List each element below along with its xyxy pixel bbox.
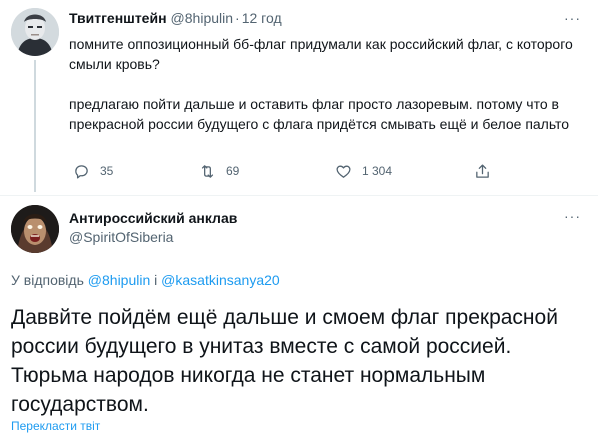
mention-link[interactable]: @kasatkinsanya20 <box>161 272 280 288</box>
and-word: і <box>154 272 158 288</box>
reply-author-handle[interactable]: @SpiritOfSiberia <box>69 229 173 245</box>
reply-author-avatar[interactable] <box>11 205 59 253</box>
tweet-divider <box>0 195 598 196</box>
reply-button[interactable]: 35 <box>73 161 113 181</box>
thread-line <box>34 60 36 192</box>
translate-tweet-link[interactable]: Перекласти твіт <box>11 419 100 433</box>
more-icon[interactable]: ··· <box>564 208 581 224</box>
retweet-button[interactable]: 69 <box>199 161 239 181</box>
author-name[interactable]: Твитгенштейн <box>69 10 167 26</box>
author-avatar[interactable] <box>11 8 59 56</box>
replying-to: У відповідь @8hipulin і @kasatkinsanya20 <box>11 272 280 288</box>
avatar-image <box>11 205 59 253</box>
separator-dot: · <box>235 10 240 26</box>
tweet-actions: 35 69 1 304 <box>69 161 509 181</box>
like-count: 1 304 <box>362 164 393 178</box>
reply-author-name[interactable]: Антироссийский анклав <box>69 210 237 226</box>
retweet-icon <box>201 164 214 178</box>
share-icon <box>476 163 489 178</box>
tweet-header: Твитгенштейн @8hipulin · 12 год <box>69 10 282 26</box>
like-button[interactable]: 1 304 <box>335 161 392 181</box>
author-handle[interactable]: @8hipulin <box>171 10 233 26</box>
tweet-text: помните оппозиционный бб-флаг придумали … <box>69 34 584 134</box>
more-icon[interactable]: ··· <box>564 10 581 26</box>
tweet-paragraph: помните оппозиционный бб-флаг придумали … <box>69 36 573 72</box>
reply-text: Даввйте пойдём ещё дальше и смоем флаг п… <box>11 306 558 416</box>
tweet[interactable]: Твитгенштейн @8hipulin · 12 год ··· помните… <box>0 0 598 196</box>
replying-to-label: У відповідь <box>11 272 84 288</box>
share-button[interactable] <box>474 161 491 181</box>
reply-icon <box>75 164 88 179</box>
tweet-timestamp[interactable]: 12 год <box>242 10 282 26</box>
avatar-portrait-image <box>11 8 59 56</box>
mention-link[interactable]: @8hipulin <box>88 272 150 288</box>
heart-icon <box>336 165 351 178</box>
tweet-paragraph: предлагаю пойти дальше и оставить флаг п… <box>69 96 570 132</box>
retweet-count: 69 <box>226 164 240 178</box>
reply-count: 35 <box>100 164 114 178</box>
